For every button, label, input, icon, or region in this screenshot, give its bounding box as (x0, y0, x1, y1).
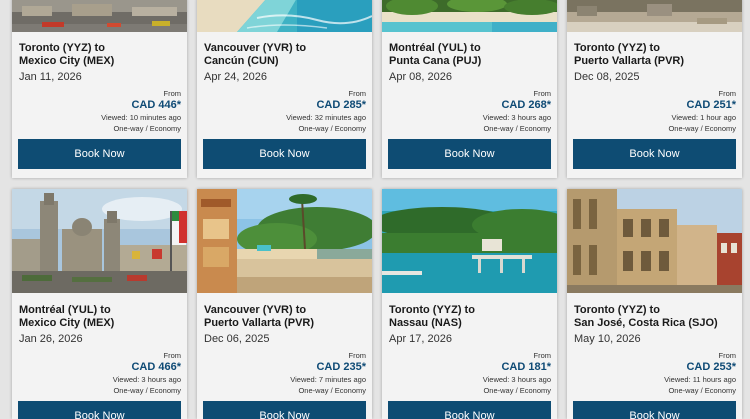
route-title: Vancouver (YVR) to Puerto Vallarta (PVR) (204, 304, 369, 330)
deal-card[interactable]: Toronto (YYZ) to Nassau (NAS) Apr 17, 20… (382, 189, 557, 419)
viewed-time: Viewed: 3 hours ago (482, 113, 551, 122)
price-block: From CAD 285* Viewed: 32 minutes ago One… (216, 89, 366, 134)
destination-photo-san-jose (567, 189, 742, 293)
price-block: From CAD 268* Viewed: 3 hours ago One-wa… (401, 89, 551, 134)
fare-type: One-way / Economy (113, 124, 181, 133)
deal-card[interactable]: Toronto (YYZ) to Puerto Vallarta (PVR) D… (567, 0, 742, 178)
travel-date: Jan 26, 2026 (19, 333, 83, 345)
price: CAD 285* (316, 99, 366, 111)
price-block: From CAD 251* Viewed: 1 hour ago One-way… (586, 89, 736, 134)
book-now-button[interactable]: Book Now (573, 139, 736, 169)
deal-card[interactable]: Montréal (YUL) to Punta Cana (PUJ) Apr 0… (382, 0, 557, 178)
price-block: From CAD 181* Viewed: 3 hours ago One-wa… (401, 351, 551, 396)
from-label: From (163, 351, 182, 360)
route-destination: Puerto Vallarta (PVR) (204, 317, 315, 329)
deal-card[interactable]: Montréal (YUL) to Mexico City (MEX) Jan … (12, 189, 187, 419)
route-origin: Vancouver (YVR) to (204, 42, 307, 54)
price-block: From CAD 466* Viewed: 3 hours ago One-wa… (31, 351, 181, 396)
price-block: From CAD 235* Viewed: 7 minutes ago One-… (216, 351, 366, 396)
viewed-time: Viewed: 7 minutes ago (290, 375, 366, 384)
from-label: From (718, 89, 737, 98)
fare-type: One-way / Economy (483, 386, 551, 395)
route-destination: Punta Cana (PUJ) (389, 55, 482, 67)
route-destination: Nassau (NAS) (389, 317, 462, 329)
book-now-button[interactable]: Book Now (388, 401, 551, 419)
deal-card[interactable]: Vancouver (YVR) to Cancún (CUN) Apr 24, … (197, 0, 372, 178)
travel-date: Apr 08, 2026 (389, 71, 452, 83)
viewed-time: Viewed: 1 hour ago (671, 113, 737, 122)
viewed-time: Viewed: 11 hours ago (664, 375, 736, 384)
destination-photo-puerto-vallarta (567, 0, 742, 32)
route-origin: Toronto (YYZ) to (574, 304, 660, 316)
from-label: From (163, 89, 182, 98)
price: CAD 446* (131, 99, 181, 111)
route-destination: Cancún (CUN) (204, 55, 279, 67)
book-now-button[interactable]: Book Now (573, 401, 736, 419)
fare-type: One-way / Economy (668, 124, 736, 133)
travel-date: Dec 06, 2025 (204, 333, 270, 345)
travel-date: Dec 08, 2025 (574, 71, 640, 83)
route-destination: Puerto Vallarta (PVR) (574, 55, 685, 67)
fare-type: One-way / Economy (298, 124, 366, 133)
route-origin: Montréal (YUL) to (19, 304, 111, 316)
route-origin: Toronto (YYZ) to (19, 42, 105, 54)
fare-type: One-way / Economy (483, 124, 551, 133)
travel-date: May 10, 2026 (574, 333, 641, 345)
price: CAD 466* (131, 361, 181, 373)
route-destination: San José, Costa Rica (SJO) (574, 317, 718, 329)
book-now-button[interactable]: Book Now (203, 401, 366, 419)
from-label: From (718, 351, 737, 360)
deal-card[interactable]: Toronto (YYZ) to Mexico City (MEX) Jan 1… (12, 0, 187, 178)
route-title: Toronto (YYZ) to Nassau (NAS) (389, 304, 554, 330)
route-title: Montréal (YUL) to Mexico City (MEX) (19, 304, 184, 330)
destination-photo-punta-cana (382, 0, 557, 32)
route-title: Toronto (YYZ) to Puerto Vallarta (PVR) (574, 42, 739, 68)
from-label: From (348, 89, 367, 98)
travel-date: Apr 24, 2026 (204, 71, 267, 83)
route-origin: Toronto (YYZ) to (389, 304, 475, 316)
destination-photo-mexico-city (12, 0, 187, 32)
deal-card[interactable]: Vancouver (YVR) to Puerto Vallarta (PVR)… (197, 189, 372, 419)
travel-date: Jan 11, 2026 (19, 71, 82, 83)
book-now-button[interactable]: Book Now (203, 139, 366, 169)
viewed-time: Viewed: 3 hours ago (112, 375, 181, 384)
route-title: Montréal (YUL) to Punta Cana (PUJ) (389, 42, 554, 68)
book-now-button[interactable]: Book Now (388, 139, 551, 169)
route-origin: Toronto (YYZ) to (574, 42, 660, 54)
book-now-button[interactable]: Book Now (18, 401, 181, 419)
price-block: From CAD 446* Viewed: 10 minutes ago One… (31, 89, 181, 134)
from-label: From (348, 351, 367, 360)
route-destination: Mexico City (MEX) (19, 317, 115, 329)
fare-type: One-way / Economy (668, 386, 736, 395)
destination-photo-puerto-vallarta-beach (197, 189, 372, 293)
route-title: Vancouver (YVR) to Cancún (CUN) (204, 42, 369, 68)
price: CAD 235* (316, 361, 366, 373)
viewed-time: Viewed: 10 minutes ago (101, 113, 181, 122)
fare-type: One-way / Economy (113, 386, 181, 395)
price-block: From CAD 253* Viewed: 11 hours ago One-w… (586, 351, 736, 396)
route-title: Toronto (YYZ) to Mexico City (MEX) (19, 42, 184, 68)
fare-type: One-way / Economy (298, 386, 366, 395)
price: CAD 251* (686, 99, 736, 111)
price: CAD 253* (686, 361, 736, 373)
price: CAD 181* (501, 361, 551, 373)
route-title: Toronto (YYZ) to San José, Costa Rica (S… (574, 304, 739, 330)
destination-photo-nassau (382, 189, 557, 293)
destination-photo-mexico-city-cathedral (12, 189, 187, 293)
price: CAD 268* (501, 99, 551, 111)
from-label: From (533, 89, 552, 98)
deal-card[interactable]: Toronto (YYZ) to San José, Costa Rica (S… (567, 189, 742, 419)
viewed-time: Viewed: 3 hours ago (482, 375, 551, 384)
route-origin: Vancouver (YVR) to (204, 304, 307, 316)
viewed-time: Viewed: 32 minutes ago (286, 113, 366, 122)
destination-photo-cancun (197, 0, 372, 32)
route-origin: Montréal (YUL) to (389, 42, 481, 54)
from-label: From (533, 351, 552, 360)
travel-date: Apr 17, 2026 (389, 333, 452, 345)
route-destination: Mexico City (MEX) (19, 55, 115, 67)
book-now-button[interactable]: Book Now (18, 139, 181, 169)
